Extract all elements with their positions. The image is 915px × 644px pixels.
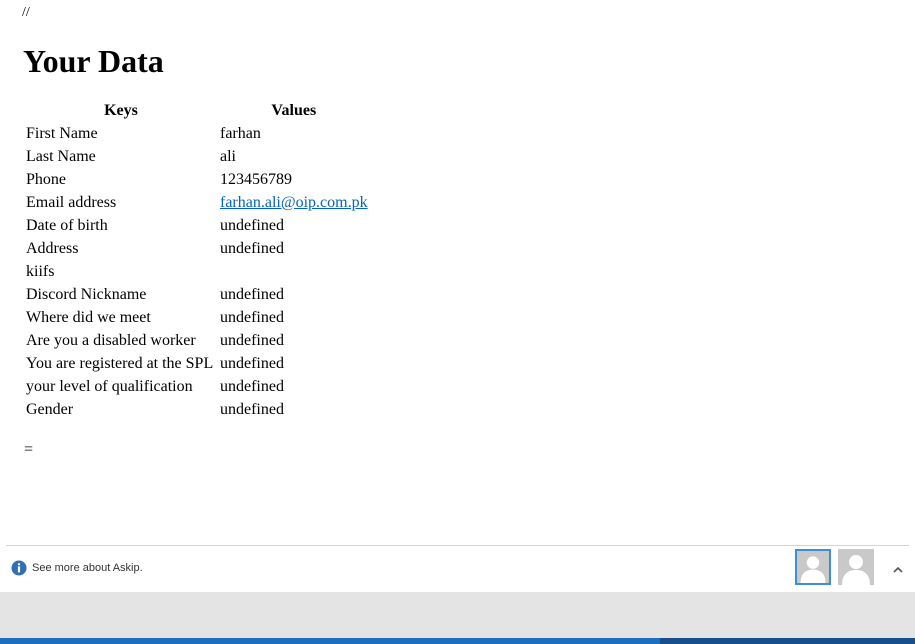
row-value: 123456789 (220, 171, 292, 188)
row-key: kiifs (26, 263, 55, 280)
row-key: Gender (26, 401, 74, 418)
row-value: undefined (220, 378, 284, 395)
row-value: undefined (220, 401, 284, 418)
person-avatar-icon[interactable] (795, 549, 831, 585)
row-value: undefined (220, 286, 284, 303)
row-key: Last Name (26, 148, 96, 165)
info-icon (11, 560, 27, 576)
row-key: You are registered at the SPL (26, 355, 214, 372)
row-key: Date of birth (26, 217, 108, 234)
trailing-text: = (24, 441, 34, 458)
table-row: Email address farhan.ali@oip.com.pk (24, 191, 370, 214)
table-row: Phone 123456789 (24, 168, 370, 191)
chevron-up-icon[interactable] (892, 562, 904, 573)
row-value: ali (220, 148, 236, 165)
row-key: Phone (26, 171, 66, 188)
row-key: Address (26, 240, 79, 257)
row-key: Discord Nickname (26, 286, 147, 303)
taskbar-segment (660, 638, 915, 644)
person-avatar-icon[interactable] (838, 549, 874, 585)
row-value: undefined (220, 217, 284, 234)
row-key: Email address (26, 194, 117, 211)
table-row: Address undefined (24, 237, 370, 260)
row-value: undefined (220, 332, 284, 349)
reading-pane-bottom (0, 592, 915, 638)
row-value (218, 260, 370, 283)
table-row: First Name farhan (24, 122, 370, 145)
table-row: your level of qualification undefined (24, 375, 370, 398)
row-key: Where did we meet (26, 309, 151, 326)
table-header-row: Keys Values (24, 99, 370, 122)
table-row: Gender undefined (24, 398, 370, 421)
row-value: undefined (220, 309, 284, 326)
column-header-values: Values (271, 102, 317, 119)
table-row: Where did we meet undefined (24, 306, 370, 329)
table-row: You are registered at the SPL undefined (24, 352, 370, 375)
table-row: kiifs (24, 260, 370, 283)
row-key: Are you a disabled worker (26, 332, 196, 349)
email-link[interactable]: farhan.ali@oip.com.pk (220, 194, 368, 211)
message-footer-bar: See more about Askip. (6, 545, 909, 592)
row-key: First Name (26, 125, 98, 142)
table-body: First Name farhan Last Name ali Phone 1234567… (24, 122, 370, 421)
top-comment: // (22, 5, 30, 20)
taskbar (0, 638, 915, 644)
see-more-link[interactable]: See more about Askip. (32, 560, 143, 576)
table-row: Date of birth undefined (24, 214, 370, 237)
column-header-keys: Keys (104, 102, 138, 119)
table-row: Last Name ali (24, 145, 370, 168)
row-key: your level of qualification (26, 378, 193, 395)
row-value: farhan.ali@oip.com.pk (218, 191, 370, 214)
page-title: Your Data (23, 43, 164, 79)
data-table: Keys Values First Name farhan Last Name ali… (24, 99, 370, 421)
row-value: farhan (220, 125, 261, 142)
row-value: undefined (220, 240, 284, 257)
table-row: Are you a disabled worker undefined (24, 329, 370, 352)
table-row: Discord Nickname undefined (24, 283, 370, 306)
row-value: undefined (220, 355, 284, 372)
